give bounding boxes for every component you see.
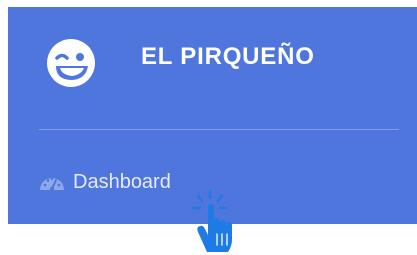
sidebar-item-dashboard[interactable]: Dashboard — [39, 167, 171, 197]
winking-face-icon — [47, 39, 95, 87]
brand-link[interactable]: EL PIRQUEÑO — [8, 7, 417, 131]
sidebar-divider — [39, 129, 399, 130]
sidebar-item-label: Dashboard — [73, 170, 171, 193]
hand-pointer-click-icon — [192, 189, 232, 252]
brand-title: EL PIRQUEÑO — [141, 43, 315, 70]
tachometer-icon — [40, 177, 64, 192]
